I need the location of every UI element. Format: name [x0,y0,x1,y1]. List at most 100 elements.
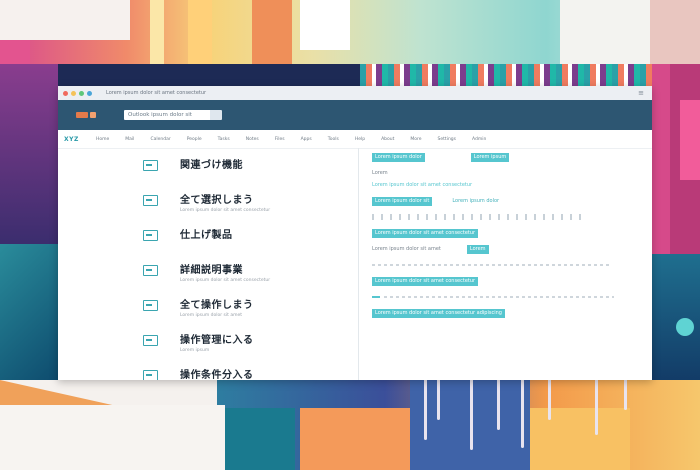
detail-row: Lorem ipsum dolor sit Lorem ipsum dolor [372,196,642,206]
bg-drip-line [521,380,524,448]
bg-drip-line [548,380,551,420]
nav-item[interactable]: Tasks [218,137,230,142]
detail-tag[interactable]: Lorem ipsum dolor [372,152,425,162]
detail-teal-text: Lorem ipsum dolor [452,198,500,204]
list-item-subtitle: Lorem ipsum dolor sit amet [180,313,242,318]
bg-circle [676,318,694,336]
list-item[interactable]: 操作条件分入る [143,366,343,380]
bg-bottom-yellow-block [530,408,630,470]
nav-item[interactable]: Files [275,137,285,142]
bg-drip-line [470,380,473,450]
bg-purple-block [0,64,58,244]
detail-tag[interactable]: Lorem ipsum [470,152,510,162]
detail-row [372,260,642,270]
dashed-separator [384,296,614,298]
detail-tag[interactable]: Lorem ipsum dolor sit amet consectetur [372,228,479,238]
bg-bottom-orange-block [300,408,410,470]
detail-teal-text: Lorem ipsum dolor sit amet consectetur [372,181,473,189]
folder-icon [143,195,158,206]
nav-item[interactable]: People [187,137,202,142]
detail-row: Lorem ipsum dolor sit amet consectetur a… [372,308,642,318]
detail-row: Lorem ipsum dolor sit amet consectetur [372,228,642,238]
chart-icon [143,370,158,380]
nav-item[interactable]: Notes [246,137,259,142]
bg-strip [560,0,650,64]
bg-strip [188,0,212,64]
nav-item[interactable]: About [381,137,394,142]
detail-row: Lorem ipsum dolor Lorem ipsum [372,152,642,162]
card-icon [143,335,158,346]
list-item-subtitle: Lorem ipsum [180,348,210,353]
top-navigation: XYZ Home Mail Calendar People Tasks Note… [58,130,652,149]
detail-text: Lorem ipsum dolor sit amet [372,246,441,252]
bg-drip-line [437,380,440,420]
detail-tag[interactable]: Lorem ipsum dolor sit amet consectetur a… [372,308,505,318]
bg-right-pink [680,100,700,180]
list-item-subtitle: Lorem ipsum dolor sit amet consectetur [180,208,271,213]
bg-strip [150,0,164,64]
close-window-button[interactable] [63,90,68,96]
square-marker-icon [372,296,380,298]
feature-list: 関連づけ機能 全て選択しまう Lorem ipsum dolor sit ame… [143,156,343,380]
detail-tag[interactable]: Lorem [466,244,489,254]
detail-tag[interactable]: Lorem ipsum dolor sit [372,196,433,206]
list-item[interactable]: 仕上げ製品 [143,226,343,261]
monitor-icon [143,300,158,311]
nav-item[interactable]: Apps [301,137,312,142]
dashed-separator [372,264,612,266]
bg-color-bars [360,64,652,88]
list-item-title: 操作条件分入る [180,370,254,380]
bg-bottom-teal-block [225,408,295,470]
nav-item[interactable]: Help [355,137,365,142]
title-bar: Lorem ipsum dolor sit amet consectetur ≡ [58,86,652,101]
maximize-window-button[interactable] [79,90,84,96]
list-item-title: 詳細説明事業 [180,265,243,276]
bg-drip-line [624,380,627,410]
menu-icon[interactable]: ≡ [638,89,644,97]
window-extra-button[interactable] [87,90,92,96]
bg-bottom-white-block [0,405,225,470]
grid-icon [143,230,158,241]
address-field[interactable]: Outlook ipsum dolor sit [124,110,222,120]
nav-item[interactable]: Home [96,137,109,142]
bg-drip-line [497,380,500,430]
bg-drip-line [424,380,427,440]
bg-top-white-block [0,0,130,40]
site-logo-mark-icon [90,112,96,118]
detail-tag[interactable]: Lorem ipsum dolor sit amet consectetur [372,276,479,286]
list-item-subtitle: Lorem ipsum dolor sit amet consectetur [180,278,271,283]
window-title: Lorem ipsum dolor sit amet consectetur [106,90,207,96]
layout-icon [143,265,158,276]
bg-strip [300,0,350,50]
nav-item[interactable]: Mail [125,137,134,142]
list-item[interactable]: 操作管理に入る Lorem ipsum [143,331,343,366]
window-controls [63,90,92,96]
detail-row [372,212,642,222]
dotted-separator [372,214,582,220]
bg-teal-block [0,244,58,384]
list-item[interactable]: 関連づけ機能 [143,156,343,191]
nav-item[interactable]: Admin [472,137,486,142]
brand-logo[interactable]: XYZ [64,136,96,143]
panel-divider [358,148,359,380]
address-bar-row: Outlook ipsum dolor sit [58,100,652,130]
nav-item[interactable]: Tools [328,137,339,142]
list-item[interactable]: 全て選択しまう Lorem ipsum dolor sit amet conse… [143,191,343,226]
site-logo-icon [76,112,88,118]
details-panel: Lorem ipsum dolor Lorem ipsum Lorem Lore… [372,152,642,324]
list-item-title: 全て操作しまう [180,300,254,311]
minimize-window-button[interactable] [71,90,76,96]
list-item-title: 仕上げ製品 [180,230,233,241]
list-item-title: 操作管理に入る [180,335,254,346]
detail-row: Lorem [372,168,642,178]
bg-drip-line [595,380,598,435]
list-item[interactable]: 全て操作しまう Lorem ipsum dolor sit amet [143,296,343,331]
nav-item[interactable]: Settings [438,137,456,142]
list-item[interactable]: 詳細説明事業 Lorem ipsum dolor sit amet consec… [143,261,343,296]
detail-text: Lorem [372,170,388,176]
list-item-title: 関連づけ機能 [180,160,243,171]
nav-item[interactable]: Calendar [150,137,170,142]
bg-strip [650,0,700,64]
nav-item[interactable]: More [410,137,421,142]
browser-window: Lorem ipsum dolor sit amet consectetur ≡… [58,86,652,380]
